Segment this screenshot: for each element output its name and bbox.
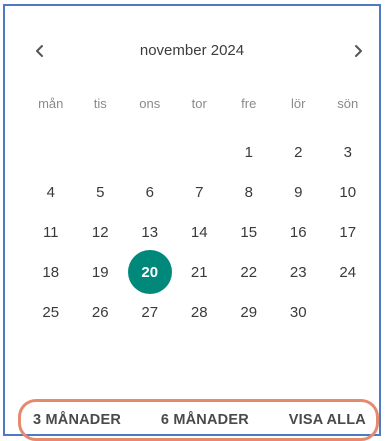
- show-all-button[interactable]: VISA ALLA: [289, 412, 366, 428]
- day-number: 2: [294, 143, 303, 161]
- day-cell[interactable]: 10: [323, 172, 373, 212]
- previous-month-button[interactable]: [25, 36, 55, 66]
- day-number: 4: [46, 183, 55, 201]
- day-number: 6: [145, 183, 154, 201]
- six-months-button[interactable]: 6 MÅNADER: [161, 412, 249, 428]
- day-cell[interactable]: 16: [274, 212, 324, 252]
- day-number: 19: [91, 263, 109, 281]
- weekday-label: tis: [93, 96, 107, 111]
- day-cell[interactable]: 2: [274, 132, 324, 172]
- day-cell[interactable]: 29: [224, 292, 274, 332]
- weekday-label: lör: [291, 96, 306, 111]
- day-cell[interactable]: 23: [274, 252, 324, 292]
- day-number: 28: [190, 303, 208, 321]
- day-number: 15: [240, 223, 258, 241]
- weekday-header-row: mån tis ons tor fre lör sön: [26, 96, 373, 111]
- day-cell[interactable]: 26: [76, 292, 126, 332]
- day-cell[interactable]: 9: [274, 172, 324, 212]
- weekday-label: tor: [191, 96, 207, 111]
- day-cell[interactable]: 7: [175, 172, 225, 212]
- day-cell[interactable]: 18: [26, 252, 76, 292]
- day-number: 10: [339, 183, 357, 201]
- day-number: 20: [127, 250, 172, 294]
- day-number: 8: [244, 183, 253, 201]
- day-number: 25: [42, 303, 60, 321]
- day-number: 9: [294, 183, 303, 201]
- day-number: 22: [240, 263, 258, 281]
- three-months-button[interactable]: 3 MÅNADER: [33, 412, 121, 428]
- day-number: 3: [343, 143, 352, 161]
- empty-day-cell: [26, 132, 76, 172]
- day-number: 18: [42, 263, 60, 281]
- weekday-label: ons: [139, 96, 161, 111]
- day-cell[interactable]: 13: [125, 212, 175, 252]
- day-number: 23: [289, 263, 307, 281]
- weekday-label: sön: [337, 96, 359, 111]
- day-cell[interactable]: 19: [76, 252, 126, 292]
- chevron-right-icon: [355, 45, 362, 57]
- chevron-left-icon: [36, 45, 43, 57]
- empty-day-cell: [125, 132, 175, 172]
- day-number: 26: [91, 303, 109, 321]
- day-number: 11: [42, 223, 59, 241]
- day-number: 1: [244, 143, 253, 161]
- calendar-header: november 2024: [5, 36, 379, 66]
- day-cell[interactable]: 27: [125, 292, 175, 332]
- day-cell[interactable]: 25: [26, 292, 76, 332]
- day-cell[interactable]: 28: [175, 292, 225, 332]
- day-grid: 1 2 3 4 5 6 7 8 9 10 11 12 13 14 15 16 17 18 19 20 21 22 23 24 2…: [26, 132, 373, 332]
- day-cell[interactable]: 11: [26, 212, 76, 252]
- day-number: 30: [289, 303, 307, 321]
- next-month-button[interactable]: [343, 36, 373, 66]
- day-cell[interactable]: 22: [224, 252, 274, 292]
- day-cell[interactable]: 30: [274, 292, 324, 332]
- day-number: 17: [339, 223, 357, 241]
- day-number: 13: [141, 223, 159, 241]
- day-cell[interactable]: 12: [76, 212, 126, 252]
- day-cell[interactable]: 3: [323, 132, 373, 172]
- day-cell[interactable]: 5: [76, 172, 126, 212]
- day-number: 5: [96, 183, 105, 201]
- day-number: 29: [240, 303, 258, 321]
- day-number: 12: [91, 223, 109, 241]
- day-cell[interactable]: 8: [224, 172, 274, 212]
- selected-day-cell[interactable]: 20: [125, 250, 175, 294]
- empty-day-cell: [175, 132, 225, 172]
- day-cell[interactable]: 15: [224, 212, 274, 252]
- weekday-label: mån: [38, 96, 64, 111]
- calendar-panel: november 2024 mån tis ons tor fre lör sön 1234…: [3, 4, 381, 441]
- weekday-label: fre: [241, 96, 257, 111]
- day-cell[interactable]: 6: [125, 172, 175, 212]
- day-cell[interactable]: 14: [175, 212, 225, 252]
- empty-day-cell: [76, 132, 126, 172]
- day-number: 21: [190, 263, 208, 281]
- day-number: 16: [289, 223, 307, 241]
- day-number: 14: [190, 223, 208, 241]
- day-cell[interactable]: 4: [26, 172, 76, 212]
- range-shortcuts: 3 MÅNADER 6 MÅNADER VISA ALLA: [18, 399, 379, 441]
- month-title: november 2024: [139, 42, 245, 59]
- day-cell[interactable]: 17: [323, 212, 373, 252]
- day-number: 24: [339, 263, 357, 281]
- day-cell[interactable]: 24: [323, 252, 373, 292]
- day-cell[interactable]: 21: [175, 252, 225, 292]
- day-number: 27: [141, 303, 159, 321]
- day-number: 7: [195, 183, 204, 201]
- day-cell[interactable]: 1: [224, 132, 274, 172]
